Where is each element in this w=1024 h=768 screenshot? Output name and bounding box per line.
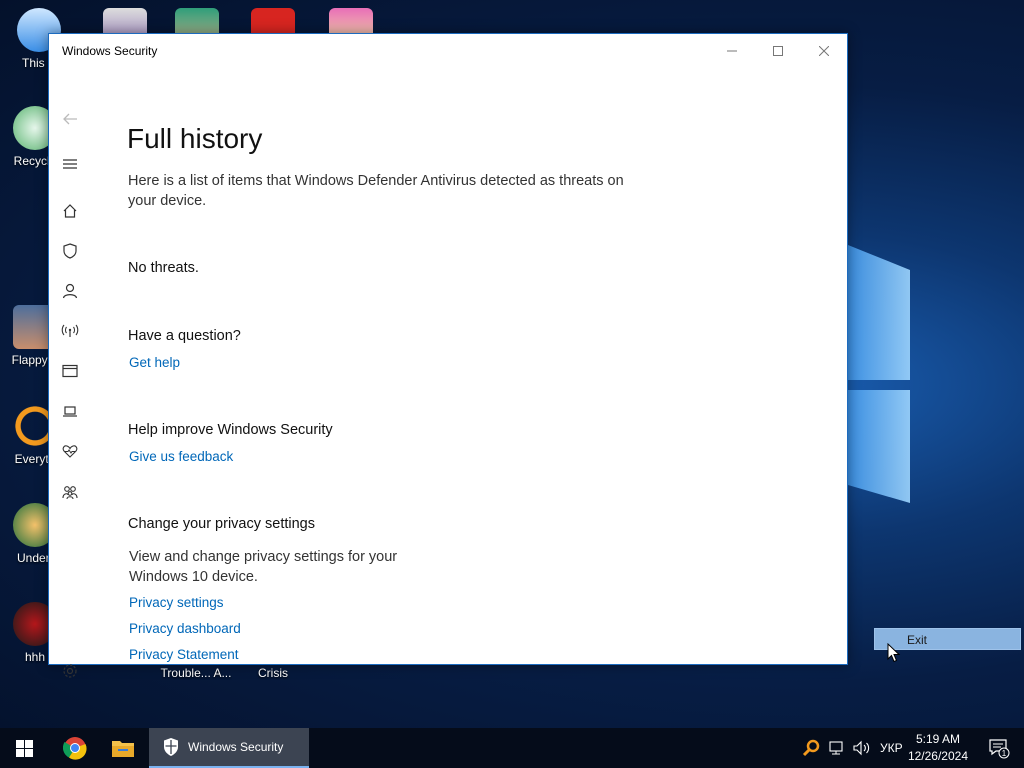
privacy-statement-link[interactable]: Privacy Statement	[129, 647, 239, 662]
privacy-description: View and change privacy settings for you…	[129, 549, 398, 585]
notification-count: 1	[1002, 749, 1007, 758]
maximize-icon	[773, 45, 783, 56]
page-title: Full history	[127, 123, 263, 154]
desktop-icon-crisis[interactable]: Crisis	[238, 666, 308, 680]
nav-account-protection[interactable]	[59, 280, 81, 302]
taskbar-app-label: Windows Security	[188, 740, 284, 754]
tray-search-everything-icon[interactable]	[802, 739, 820, 757]
clock[interactable]: 5:19 AM 12/26/2024	[908, 731, 968, 765]
window-title: Windows Security	[62, 43, 158, 58]
back-arrow-icon	[63, 113, 77, 125]
network-icon[interactable]	[828, 739, 846, 757]
windows-security-window: Windows Security Full history Here is a …	[48, 33, 848, 678]
gear-icon	[63, 664, 77, 678]
taskbar-file-explorer[interactable]	[100, 728, 146, 768]
home-icon	[63, 204, 77, 218]
system-tray: УКР	[802, 728, 903, 768]
improve-heading: Help improve Windows Security	[128, 422, 333, 438]
windows-start-icon	[15, 739, 33, 757]
nav-family-options[interactable]	[59, 481, 81, 503]
nav-firewall-network[interactable]	[59, 320, 81, 342]
start-button[interactable]	[0, 728, 48, 768]
clock-date: 12/26/2024	[907, 749, 968, 763]
nav-settings[interactable]	[59, 660, 81, 682]
navigation-rail	[49, 67, 93, 678]
notification-icon: 1	[989, 739, 1010, 759]
back-button[interactable]	[59, 108, 81, 130]
heart-pulse-icon	[62, 445, 78, 458]
windows-wallpaper-logo	[848, 235, 914, 510]
chrome-icon	[63, 737, 87, 760]
close-icon	[819, 45, 829, 56]
wireless-antenna-icon	[61, 324, 79, 337]
privacy-settings-link[interactable]: Privacy settings	[129, 595, 224, 610]
shield-icon	[63, 243, 77, 259]
volume-icon[interactable]	[852, 739, 872, 757]
feedback-link[interactable]: Give us feedback	[129, 449, 233, 464]
close-button[interactable]	[801, 34, 847, 67]
minimize-button[interactable]	[709, 34, 755, 67]
nav-home[interactable]	[59, 200, 81, 222]
nav-device-performance[interactable]	[59, 440, 81, 462]
clock-time: 5:19 AM	[915, 732, 960, 746]
privacy-dashboard-link[interactable]: Privacy dashboard	[129, 621, 241, 636]
no-threats-text: No threats.	[128, 260, 199, 276]
title-bar[interactable]: Windows Security	[49, 34, 847, 67]
taskbar-windows-security[interactable]: Windows Security	[149, 728, 309, 768]
browser-window-icon	[62, 364, 78, 378]
mouse-cursor-icon	[887, 643, 901, 663]
privacy-heading: Change your privacy settings	[128, 516, 315, 532]
page-description: Here is a list of items that Windows Def…	[128, 173, 624, 209]
minimize-icon	[727, 50, 737, 51]
language-indicator[interactable]: УКР	[880, 741, 903, 755]
question-heading: Have a question?	[128, 328, 241, 344]
laptop-icon	[63, 406, 77, 417]
nav-virus-protection[interactable]	[59, 240, 81, 262]
get-help-link[interactable]: Get help	[129, 355, 180, 370]
action-center-button[interactable]: 1	[986, 728, 1012, 768]
taskbar: Windows Security УКР 5:19 AM 12/26/2024 …	[0, 728, 1024, 768]
maximize-button[interactable]	[755, 34, 801, 67]
menu-button[interactable]	[59, 153, 81, 175]
folder-icon	[112, 741, 134, 757]
window-controls	[709, 34, 847, 67]
taskbar-chrome[interactable]	[52, 728, 98, 768]
person-icon	[62, 283, 78, 299]
nav-device-security[interactable]	[59, 400, 81, 422]
main-content: Full history Here is a list of items tha…	[127, 67, 827, 664]
windows-security-shield-icon	[164, 738, 178, 756]
hamburger-icon	[63, 159, 77, 169]
family-icon	[62, 486, 78, 500]
desktop-icon-trouble[interactable]: Trouble... A...	[160, 666, 232, 680]
nav-app-browser-control[interactable]	[59, 360, 81, 382]
